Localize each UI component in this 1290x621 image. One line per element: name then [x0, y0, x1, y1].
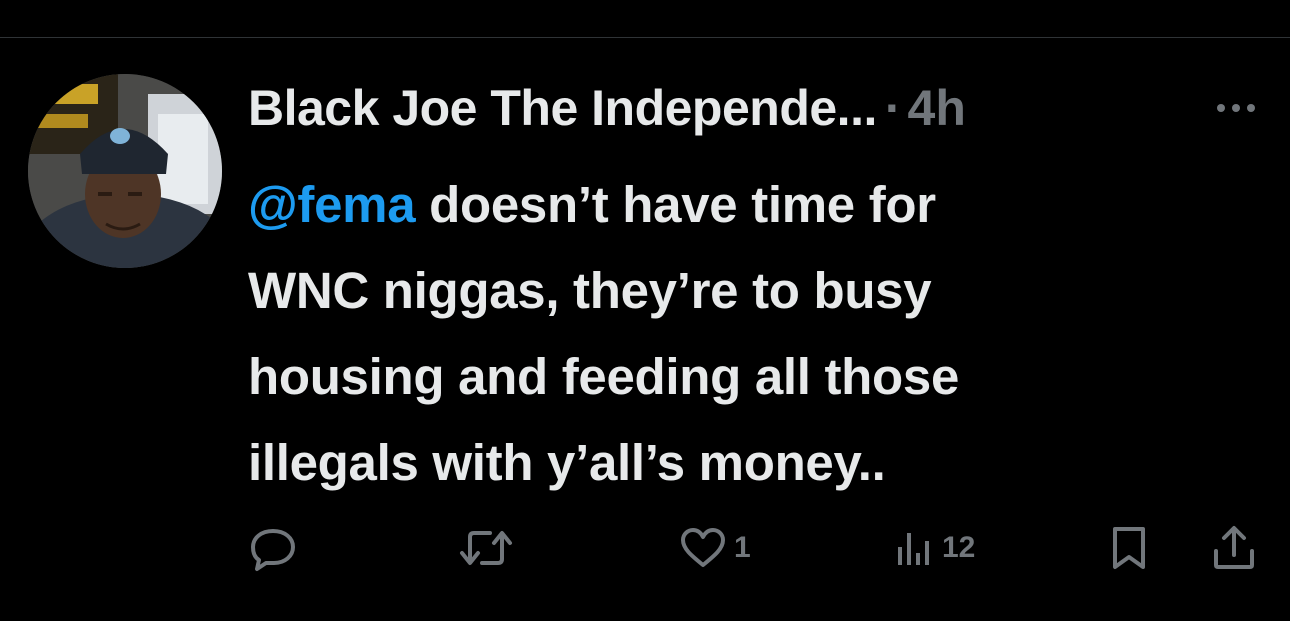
more-button[interactable]: [1213, 98, 1259, 118]
reply-button[interactable]: [248, 518, 304, 578]
avatar-photo: [28, 74, 222, 268]
views-count: 12: [942, 531, 976, 564]
action-bar: 1 12: [0, 518, 1290, 578]
bookmark-button[interactable]: [1106, 518, 1152, 578]
like-button[interactable]: 1: [678, 518, 751, 578]
like-count: 1: [734, 531, 751, 564]
separator-dot: ·: [884, 80, 902, 136]
tweet-header: Black Joe The Independe... · 4h: [248, 78, 966, 138]
tweet-text: @fema doesn’t have time for WNC niggas, …: [248, 162, 1248, 506]
retweet-icon: [460, 531, 512, 565]
timestamp[interactable]: 4h: [908, 79, 966, 137]
share-upload-icon: [1214, 526, 1254, 569]
views-button[interactable]: 12: [892, 518, 975, 578]
tweet-text-line: housing and feeding all those: [248, 348, 960, 405]
tweet-text-line: @fema doesn’t have time for: [248, 162, 1248, 248]
bookmark-icon: [1113, 527, 1145, 569]
tweet[interactable]: Black Joe The Independe... · 4h @fema do…: [0, 38, 1290, 621]
avatar[interactable]: [28, 74, 222, 268]
share-button[interactable]: [1209, 518, 1259, 578]
heart-icon: [681, 528, 725, 567]
views-bar-chart-icon: [898, 533, 929, 565]
tweet-text-line: WNC niggas, they’re to busy: [248, 262, 932, 319]
display-name[interactable]: Black Joe The Independe...: [248, 79, 877, 137]
reply-bubble-icon: [251, 529, 295, 571]
retweet-button[interactable]: [456, 518, 522, 578]
tweet-text-line: illegals with y’all’s money..: [248, 434, 886, 491]
tweet-text-segment: doesn’t have time for: [415, 176, 936, 233]
mention-link[interactable]: @fema: [248, 176, 416, 233]
more-horizontal-icon: [1217, 104, 1255, 112]
